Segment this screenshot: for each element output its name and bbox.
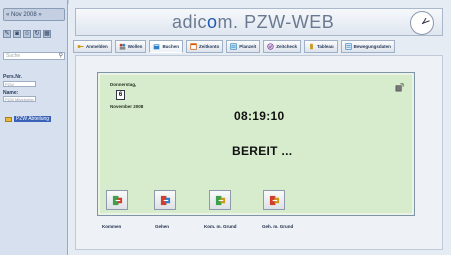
kommen-grund-icon [215,195,225,205]
tree-node-label: PZW Abteilung [14,116,52,122]
refresh-icon[interactable]: ↻ [33,30,41,38]
month-navigator[interactable]: « Nov 2008 » [3,8,65,21]
tab-label: Wollen [127,44,143,49]
tab-anmelden[interactable]: Anmelden [73,40,112,53]
tab-label: Zeitkonto [198,44,220,49]
gehen-icon [160,195,170,205]
gehen-button[interactable] [154,190,176,210]
gehen-label: Gehen [155,224,170,229]
tab-label: Zeitcheck [276,44,297,49]
left-panel: « Nov 2008 » ✎ ◙ ☺ ↻ ▦ Suche ⚲ Pers.Nr. … [0,0,68,255]
kommen-mit-grund-button[interactable] [209,190,231,210]
gehen-mit-grund-label: Geh. m. Grund [262,224,294,229]
folder-icon [5,116,12,122]
tab-bewegungsdaten[interactable]: Bewegungsdaten [340,40,395,53]
check-icon [267,43,274,50]
app-logo: adicom. PZW-WEB [172,12,334,33]
book-icon [154,44,160,50]
gehen-grund-icon [269,195,279,205]
plan-icon [230,43,237,50]
logo-product: PZW-WEB [244,12,335,32]
clock-icon [410,11,434,35]
lock-icon[interactable]: ◙ [13,30,21,38]
month-year-label: November 2008 [110,104,144,109]
tab-bar: Anmelden Wollen Buchen Zeitkonto Planzei… [73,40,449,53]
month-nav-label: « Nov 2008 » [6,11,42,18]
calendar-icon [190,43,197,50]
grid-icon[interactable]: ▦ [43,30,51,38]
left-toolbar: ✎ ◙ ☺ ↻ ▦ [3,30,65,39]
tab-planzeit[interactable]: Planzeit [226,40,261,53]
kommen-button[interactable] [106,190,128,210]
tab-label: Planzeit [239,44,257,49]
booking-panel: Donnerstag, 6 November 2008 08:19:10 BER… [97,72,415,216]
pers-nr-field[interactable]: PZW [3,81,36,87]
tab-label: Tableau [316,44,334,49]
tab-wollen[interactable]: Wollen [114,40,147,53]
search-placeholder: Suche [6,53,21,59]
tab-label: Buchen [162,44,179,49]
logo-accent: o [207,12,218,32]
app-header: adicom. PZW-WEB [75,8,443,36]
kommen-label: Kommen [102,224,122,229]
day-number: 6 [116,90,125,100]
weekday-label: Donnerstag, [110,82,137,87]
tab-label: Bewegungsdaten [353,44,391,49]
tab-label: Anmelden [86,44,108,49]
user-icon[interactable]: ☺ [23,30,31,38]
status-text: BEREIT ... [232,144,293,158]
content-area: Donnerstag, 6 November 2008 08:19:10 BER… [75,55,443,250]
app-root: « Nov 2008 » ✎ ◙ ☺ ↻ ▦ Suche ⚲ Pers.Nr. … [0,0,451,255]
phone-icon [310,43,313,50]
people-icon [119,43,126,50]
current-time: 08:19:10 [234,109,285,123]
search-input[interactable]: Suche ⚲ [3,52,65,60]
list-icon [345,43,352,50]
tree-item[interactable]: PZW Abteilung [5,116,52,122]
name-field[interactable]: PZW Mitarbeiter [3,96,36,102]
kommen-mit-grund-label: Kom. m. Grund [204,224,237,229]
main-area: adicom. PZW-WEB Anmelden Wollen Buchen Z… [69,0,451,255]
logo-prefix: adic [172,12,208,32]
edit-icon[interactable] [395,83,404,92]
gehen-mit-grund-button[interactable] [263,190,285,210]
logo-suffix: m. [217,12,239,32]
tab-tableau[interactable]: Tableau [303,40,338,53]
tab-zeitkonto[interactable]: Zeitkonto [185,40,224,53]
tab-zeitcheck[interactable]: Zeitcheck [263,40,301,53]
tab-buchen[interactable]: Buchen [149,40,183,53]
kommen-icon [112,195,122,205]
search-icon[interactable]: ⚲ [59,53,63,59]
pers-nr-label: Pers.Nr. [3,74,22,80]
key-icon [77,44,84,49]
pencil-icon[interactable]: ✎ [3,30,11,38]
